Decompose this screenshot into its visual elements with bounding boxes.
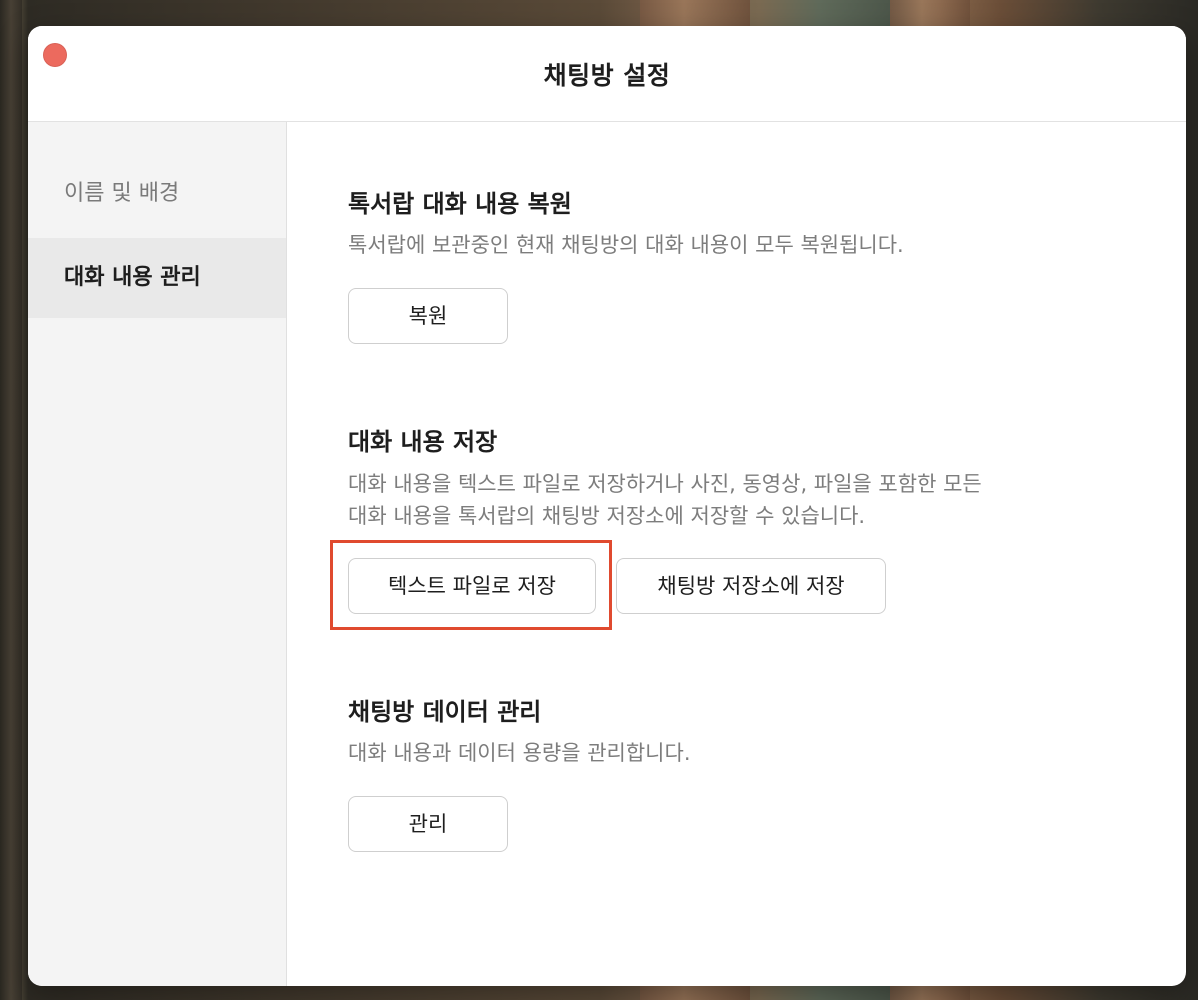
restore-button[interactable]: 복원 xyxy=(348,288,508,344)
settings-window: 채팅방 설정 이름 및 배경 대화 내용 관리 톡서랍 대화 내용 복원 톡서랍… xyxy=(28,26,1186,986)
title-bar: 채팅방 설정 xyxy=(28,26,1186,122)
sidebar: 이름 및 배경 대화 내용 관리 xyxy=(28,122,287,986)
sidebar-item-name-background[interactable]: 이름 및 배경 xyxy=(28,154,286,234)
data-section-description: 대화 내용과 데이터 용량을 관리합니다. xyxy=(348,741,691,765)
save-section-title: 대화 내용 저장 xyxy=(348,428,498,456)
background-trunk-left xyxy=(0,0,22,1000)
main-content: 톡서랍 대화 내용 복원 톡서랍에 보관중인 현재 채팅방의 대화 내용이 모두… xyxy=(287,122,1186,986)
save-section-description-line2: 대화 내용을 톡서랍의 채팅방 저장소에 저장할 수 있습니다. xyxy=(348,504,866,528)
save-section-description-line1: 대화 내용을 텍스트 파일로 저장하거나 사진, 동영상, 파일을 포함한 모든 xyxy=(348,472,982,496)
save-as-text-file-button[interactable]: 텍스트 파일로 저장 xyxy=(348,558,596,614)
window-title: 채팅방 설정 xyxy=(543,61,671,90)
save-to-chatroom-storage-button[interactable]: 채팅방 저장소에 저장 xyxy=(616,558,886,614)
data-section-title: 채팅방 데이터 관리 xyxy=(348,698,542,726)
restore-section-description: 톡서랍에 보관중인 현재 채팅방의 대화 내용이 모두 복원됩니다. xyxy=(348,233,904,257)
manage-button[interactable]: 관리 xyxy=(348,796,508,852)
restore-section-title: 톡서랍 대화 내용 복원 xyxy=(348,190,572,218)
sidebar-item-conversation-management[interactable]: 대화 내용 관리 xyxy=(28,238,286,318)
